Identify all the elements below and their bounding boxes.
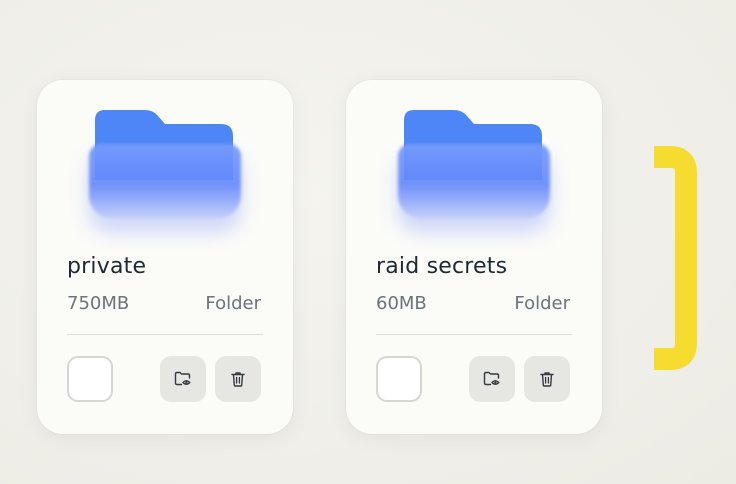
trash-icon xyxy=(231,372,245,387)
card-divider xyxy=(67,334,263,335)
trash-icon xyxy=(540,372,554,387)
select-checkbox[interactable] xyxy=(376,356,422,402)
folder-icon xyxy=(398,108,550,218)
yellow-bracket-decoration xyxy=(654,146,697,370)
folder-icon xyxy=(89,108,241,218)
select-checkbox[interactable] xyxy=(67,356,113,402)
file-card-private[interactable]: private 750MB Folder xyxy=(37,80,293,434)
file-grid: private 750MB Folder raid secrets 60MB F… xyxy=(0,0,736,484)
file-type: Folder xyxy=(514,293,570,314)
delete-button[interactable] xyxy=(215,356,261,402)
file-size: 60MB xyxy=(376,293,427,314)
folder-eye-icon xyxy=(483,371,500,386)
file-name: private xyxy=(67,254,147,279)
view-folder-button[interactable] xyxy=(160,356,206,402)
file-type: Folder xyxy=(205,293,261,314)
delete-button[interactable] xyxy=(524,356,570,402)
file-card-raid-secrets[interactable]: raid secrets 60MB Folder xyxy=(346,80,602,434)
file-name: raid secrets xyxy=(376,254,508,279)
view-folder-button[interactable] xyxy=(469,356,515,402)
card-divider xyxy=(376,334,572,335)
file-size: 750MB xyxy=(67,293,130,314)
folder-eye-icon xyxy=(174,371,191,386)
